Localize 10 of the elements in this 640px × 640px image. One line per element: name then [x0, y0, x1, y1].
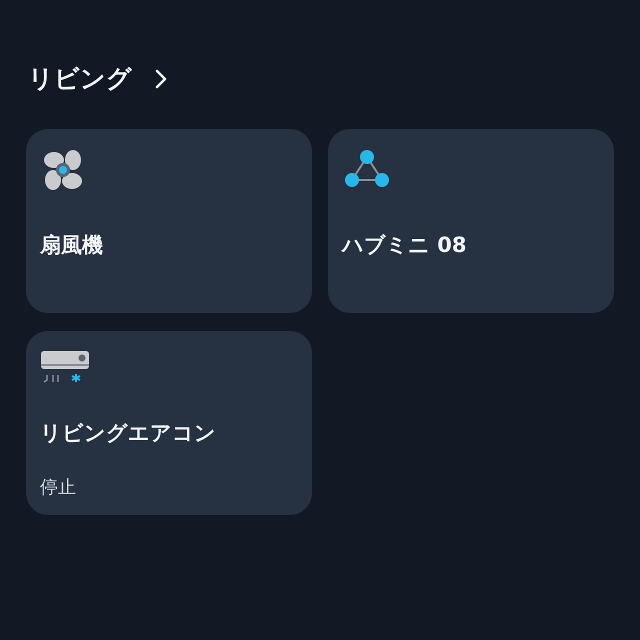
device-name: 扇風機 [40, 232, 104, 259]
room-title: リビング [28, 63, 132, 95]
device-status: 停止 [40, 476, 77, 499]
device-card[interactable]: リビングエアコン 停止 [26, 331, 312, 515]
device-card[interactable]: ハブミニ 08 [328, 129, 614, 313]
device-name: リビングエアコン [40, 420, 217, 447]
air-conditioner-icon [40, 349, 90, 385]
device-card[interactable]: 扇風機 [26, 129, 312, 313]
device-name: ハブミニ 08 [342, 232, 468, 259]
chevron-right-icon[interactable] [154, 68, 168, 90]
